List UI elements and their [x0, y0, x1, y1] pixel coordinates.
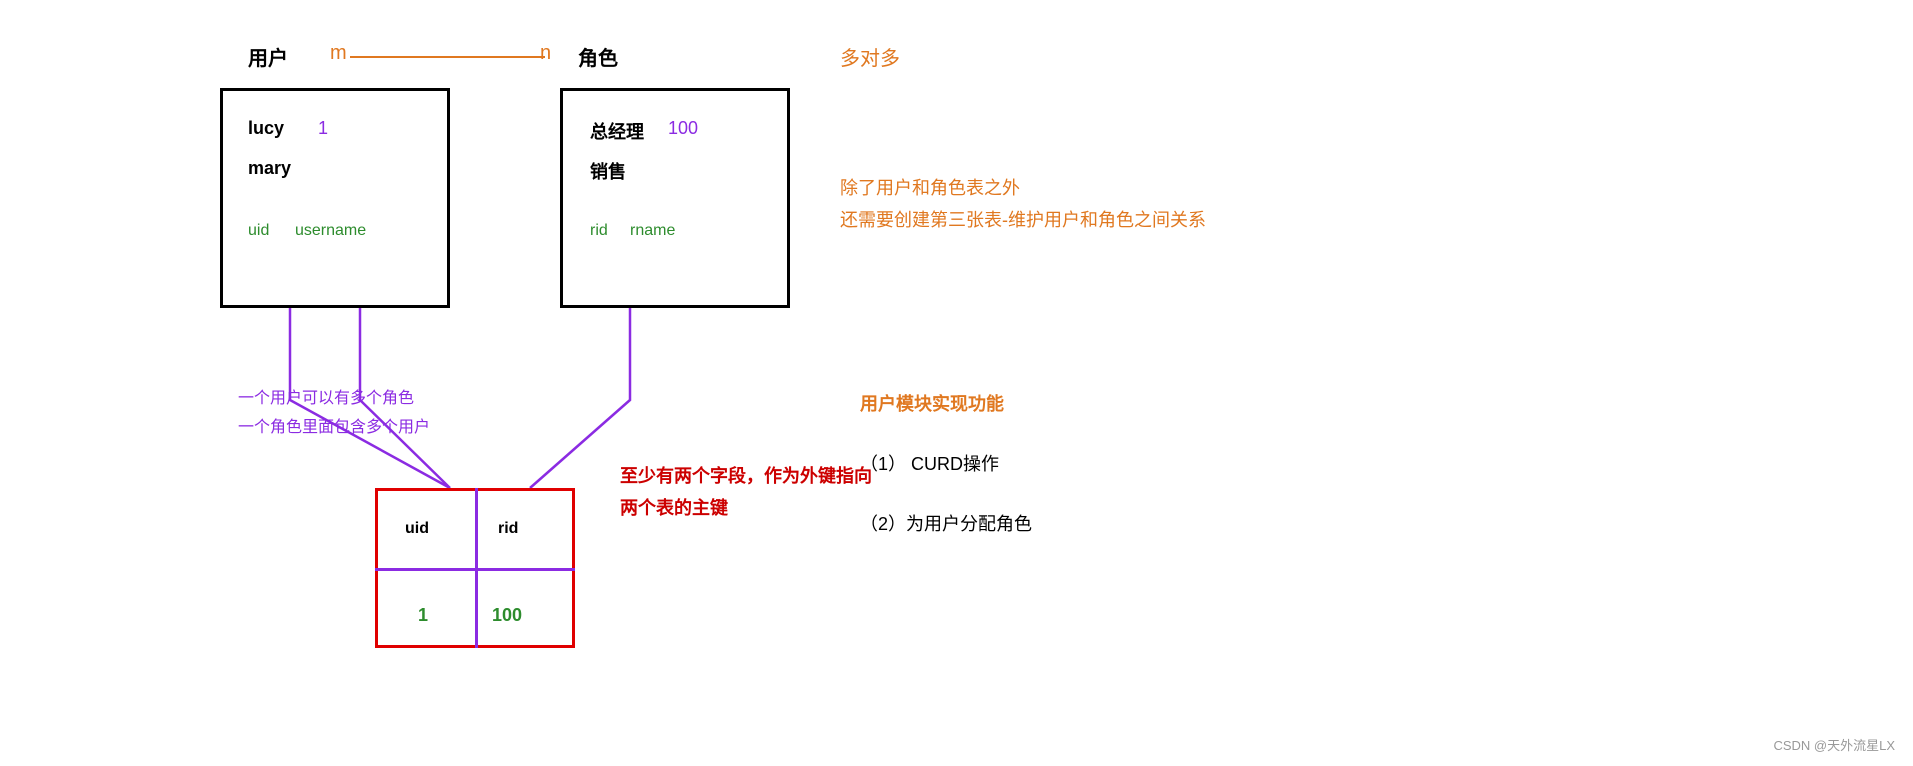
note-third-table: 至少有两个字段，作为外键指向 两个表的主键	[620, 460, 872, 525]
watermark: CSDN @天外流星LX	[1773, 735, 1895, 754]
user-table-username: username	[295, 222, 366, 240]
third-table-val2: 100	[492, 605, 522, 626]
note-relationship: 一个用户可以有多个角色 一个角色里面包含多个用户	[238, 385, 430, 443]
note-also: 除了用户和角色表之外 还需要创建第三张表-维护用户和角色之间关系	[840, 172, 1206, 237]
note-one-user-many-roles: 一个用户可以有多个角色	[238, 385, 430, 414]
note-assign: （2）为用户分配角色	[860, 510, 1032, 536]
label-n: n	[540, 42, 551, 65]
note-user-module: 用户模块实现功能	[860, 390, 1004, 416]
third-table-hline	[375, 568, 575, 571]
third-table-val1: 1	[418, 605, 428, 626]
label-user: 用户	[248, 42, 288, 71]
label-role: 角色	[578, 42, 618, 71]
user-table-lucy: lucy	[248, 118, 284, 139]
label-m: m	[330, 42, 347, 65]
role-table-manager-num: 100	[668, 118, 698, 139]
third-table-rid: rid	[498, 520, 518, 538]
note-third-table-line1: 至少有两个字段，作为外键指向	[620, 460, 872, 492]
note-third-table-line2: 两个表的主键	[620, 492, 872, 524]
label-many-to-many: 多对多	[840, 42, 900, 71]
user-table-uid: uid	[248, 222, 269, 240]
note-one-role-many-users: 一个角色里面包含多个用户	[238, 414, 430, 443]
note-also-line2: 还需要创建第三张表-维护用户和角色之间关系	[840, 204, 1206, 236]
mn-line	[350, 56, 545, 58]
third-table-uid: uid	[405, 520, 429, 538]
role-table-sales: 销售	[590, 158, 626, 184]
role-table-rname: rname	[630, 222, 675, 240]
note-curd: （1） CURD操作	[860, 450, 999, 476]
role-table-rid: rid	[590, 222, 608, 240]
role-table-manager: 总经理	[590, 118, 644, 144]
note-also-line1: 除了用户和角色表之外	[840, 172, 1206, 204]
user-table-lucy-num: 1	[318, 118, 328, 139]
user-table-mary: mary	[248, 158, 291, 179]
